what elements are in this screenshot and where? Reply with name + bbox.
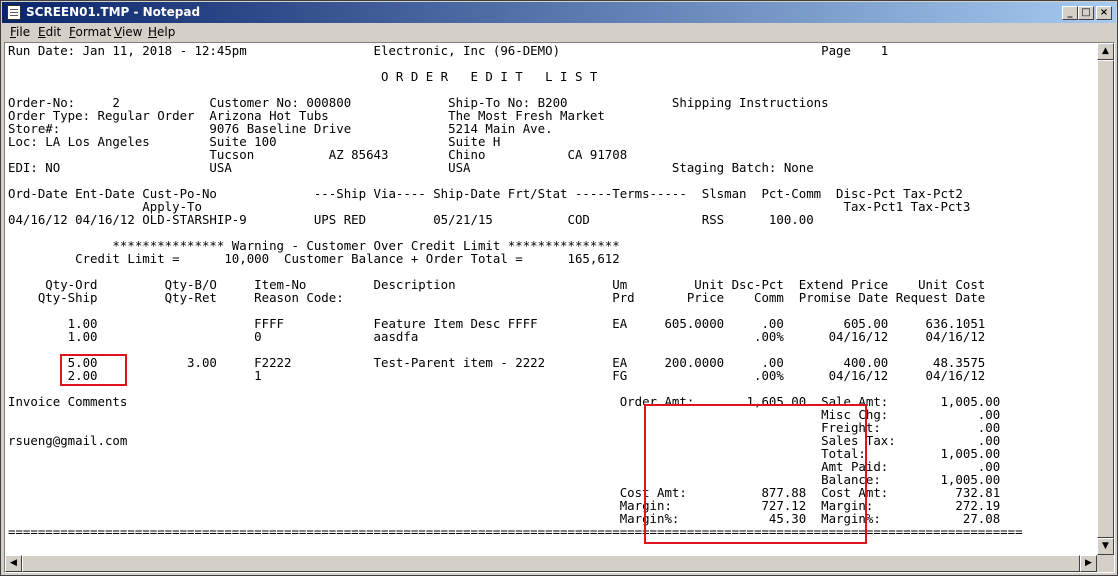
- notepad-icon[interactable]: [7, 5, 21, 20]
- document-line: O R D E R E D I T L I S T: [8, 69, 598, 84]
- document-line: Qty-Ship Qty-Ret Reason Code: Prd Price …: [8, 290, 986, 305]
- document-line: 04/16/12 04/16/12 OLD-STARSHIP-9 UPS RED…: [8, 212, 814, 227]
- menu-edit[interactable]: Edit: [38, 25, 61, 39]
- scroll-right-button[interactable]: ▶: [1080, 555, 1097, 572]
- scroll-up-button[interactable]: ▲: [1097, 43, 1114, 60]
- editor-area[interactable]: Run Date: Jan 11, 2018 - 12:45pm Electro…: [4, 42, 1115, 573]
- title-bar[interactable]: SCREEN01.TMP - Notepad _ □ ×: [2, 2, 1116, 23]
- window-title: SCREEN01.TMP - Notepad: [26, 5, 201, 19]
- vertical-scroll-thumb[interactable]: [1097, 60, 1114, 538]
- menu-help[interactable]: Help: [148, 25, 175, 39]
- scroll-down-icon: ▼: [1102, 541, 1109, 551]
- menu-bar: File Edit Format View Help: [2, 23, 1116, 42]
- document-line: ========================================…: [8, 524, 1023, 539]
- vertical-scrollbar[interactable]: ▲ ▼: [1097, 43, 1114, 555]
- menu-format[interactable]: Format: [69, 25, 111, 39]
- scroll-left-icon: ◀: [10, 558, 17, 568]
- minimize-button[interactable]: _: [1062, 6, 1078, 20]
- scroll-up-icon: ▲: [1102, 46, 1109, 56]
- scroll-right-icon: ▶: [1085, 558, 1092, 568]
- maximize-button[interactable]: □: [1078, 6, 1094, 20]
- text-content[interactable]: Run Date: Jan 11, 2018 - 12:45pm Electro…: [5, 43, 1097, 555]
- scroll-down-button[interactable]: ▼: [1097, 538, 1114, 555]
- close-button[interactable]: ×: [1096, 6, 1112, 20]
- document-line: Credit Limit = 10,000 Customer Balance +…: [8, 251, 620, 266]
- document-line: Run Date: Jan 11, 2018 - 12:45pm Electro…: [8, 43, 889, 58]
- horizontal-scroll-thumb[interactable]: [22, 555, 1080, 572]
- maximize-icon: □: [1081, 7, 1091, 18]
- scroll-left-button[interactable]: ◀: [5, 555, 22, 572]
- horizontal-scrollbar[interactable]: ◀ ▶: [5, 555, 1097, 572]
- document-line: 2.00 1 FG .00% 04/16/12 04/16/12: [8, 368, 986, 383]
- scrollbar-corner: [1097, 555, 1114, 572]
- document-line: 1.00 0 aasdfa .00% 04/16/12 04/16/12: [8, 329, 986, 344]
- minimize-icon: _: [1067, 7, 1073, 18]
- document-text[interactable]: Run Date: Jan 11, 2018 - 12:45pm Electro…: [8, 44, 1023, 538]
- notepad-window: SCREEN01.TMP - Notepad _ □ × File Edit F…: [0, 0, 1118, 576]
- menu-view[interactable]: View: [114, 25, 142, 39]
- document-line: EDI: NO USA USA Staging Batch: None: [8, 160, 814, 175]
- menu-file[interactable]: File: [10, 25, 30, 39]
- close-icon: ×: [1099, 7, 1109, 18]
